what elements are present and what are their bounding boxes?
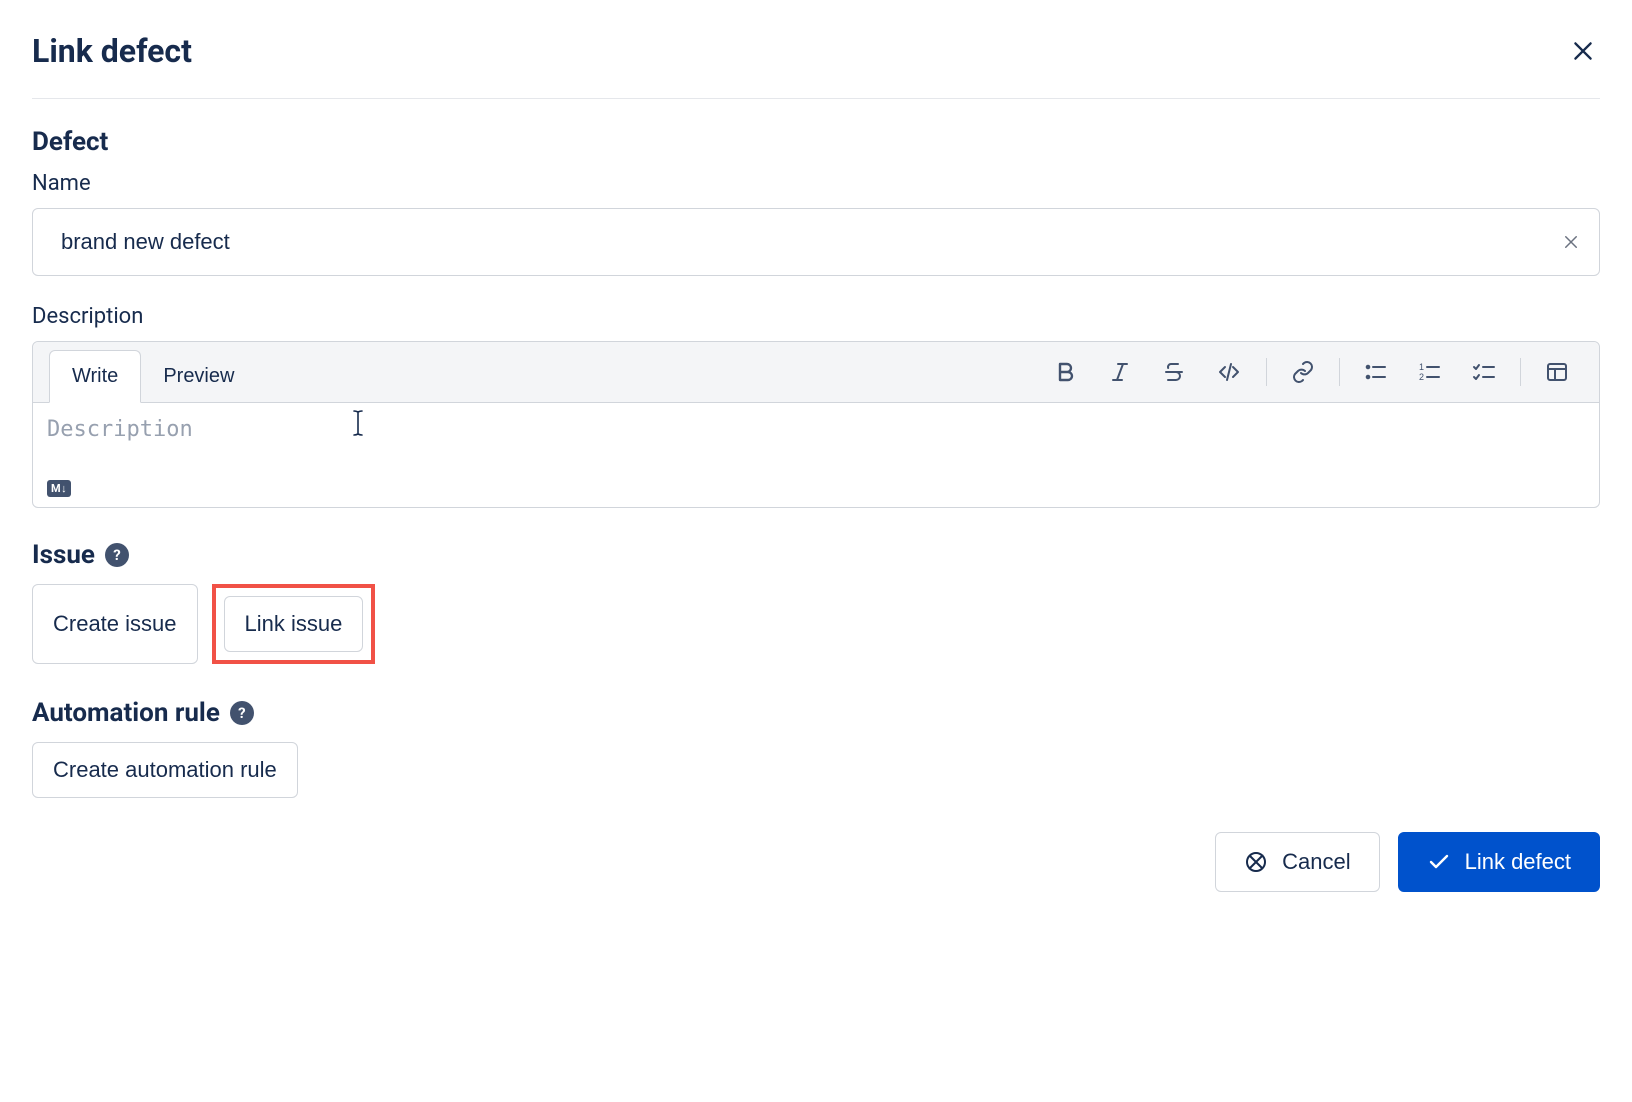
- automation-heading: Automation rule: [32, 698, 220, 728]
- ordered-list-icon: 12: [1418, 360, 1442, 384]
- editor-body: M↓: [33, 403, 1599, 507]
- defect-heading: Defect: [32, 127, 1600, 157]
- defect-section: Defect Name Description Write Preview: [32, 127, 1600, 508]
- checklist-icon: [1472, 360, 1496, 384]
- check-icon: [1427, 850, 1451, 874]
- name-input[interactable]: [32, 208, 1600, 276]
- toolbar-separator: [1266, 358, 1267, 386]
- italic-icon: [1108, 360, 1132, 384]
- create-issue-button[interactable]: Create issue: [32, 584, 198, 664]
- description-textarea[interactable]: [47, 417, 1585, 467]
- name-label: Name: [32, 171, 1600, 196]
- close-icon: [1570, 38, 1596, 64]
- create-automation-button[interactable]: Create automation rule: [32, 742, 298, 798]
- bold-icon: [1054, 360, 1078, 384]
- italic-button[interactable]: [1102, 354, 1138, 390]
- svg-text:1: 1: [1419, 362, 1424, 372]
- close-button[interactable]: [1566, 34, 1600, 68]
- link-icon: [1291, 360, 1315, 384]
- editor-toolbar: 12: [1048, 354, 1583, 390]
- issue-buttons: Create issue Link issue: [32, 584, 1600, 664]
- checklist-button[interactable]: [1466, 354, 1502, 390]
- strike-button[interactable]: [1156, 354, 1192, 390]
- help-icon[interactable]: ?: [105, 543, 129, 567]
- issue-heading: Issue: [32, 540, 95, 570]
- submit-button[interactable]: Link defect: [1398, 832, 1600, 892]
- text-cursor-icon: [351, 408, 352, 436]
- dialog-title: Link defect: [32, 32, 192, 70]
- markdown-badge: M↓: [47, 480, 71, 497]
- dialog-footer: Cancel Link defect: [32, 832, 1600, 892]
- dialog-header: Link defect: [32, 32, 1600, 99]
- editor-tabs: Write Preview: [49, 342, 1048, 402]
- issue-section: Issue ? Create issue Link issue: [32, 540, 1600, 664]
- bullet-list-button[interactable]: [1358, 354, 1394, 390]
- table-button[interactable]: [1539, 354, 1575, 390]
- help-icon[interactable]: ?: [230, 701, 254, 725]
- bullet-list-icon: [1364, 360, 1388, 384]
- code-button[interactable]: [1210, 354, 1248, 390]
- link-issue-button[interactable]: Link issue: [224, 596, 364, 652]
- tab-write[interactable]: Write: [49, 350, 141, 403]
- toolbar-separator: [1520, 358, 1521, 386]
- name-input-wrap: [32, 208, 1600, 276]
- table-icon: [1545, 360, 1569, 384]
- description-label: Description: [32, 304, 1600, 329]
- tab-preview[interactable]: Preview: [141, 350, 256, 402]
- link-issue-highlight: Link issue: [212, 584, 376, 664]
- description-editor: Write Preview: [32, 341, 1600, 508]
- bold-button[interactable]: [1048, 354, 1084, 390]
- cancel-button[interactable]: Cancel: [1215, 832, 1379, 892]
- submit-label: Link defect: [1465, 849, 1571, 875]
- automation-section: Automation rule ? Create automation rule: [32, 698, 1600, 798]
- link-button[interactable]: [1285, 354, 1321, 390]
- clear-name-button[interactable]: [1558, 229, 1584, 255]
- cancel-label: Cancel: [1282, 849, 1350, 875]
- cancel-icon: [1244, 850, 1268, 874]
- strikethrough-icon: [1162, 360, 1186, 384]
- code-icon: [1216, 360, 1242, 384]
- ordered-list-button[interactable]: 12: [1412, 354, 1448, 390]
- toolbar-separator: [1339, 358, 1340, 386]
- clear-icon: [1562, 233, 1580, 251]
- svg-text:2: 2: [1419, 372, 1424, 382]
- automation-buttons: Create automation rule: [32, 742, 1600, 798]
- editor-header: Write Preview: [33, 342, 1599, 403]
